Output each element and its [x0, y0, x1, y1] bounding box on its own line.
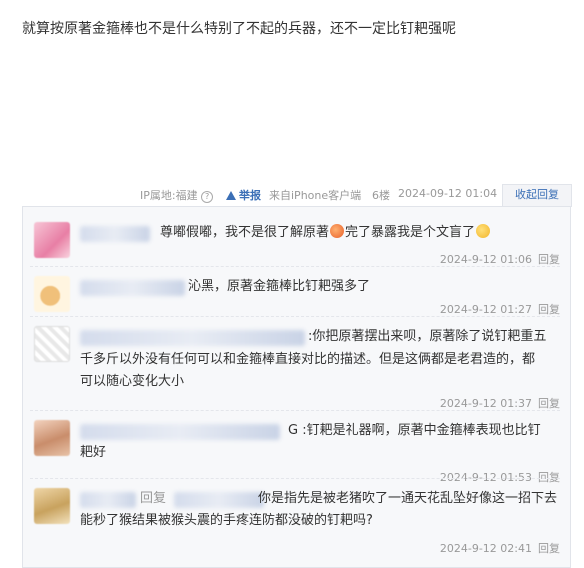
client-source: 来自iPhone客户端 — [269, 189, 362, 202]
reply-button[interactable]: 回复 — [538, 397, 560, 410]
reply-text: 尊嘟假嘟，我不是很了解原著 完了暴露我是个文盲了 — [160, 221, 491, 245]
username-blurred[interactable] — [80, 492, 136, 508]
help-icon[interactable]: ? — [201, 191, 214, 203]
post-time: 2024-09-12 01:04 — [398, 187, 498, 200]
list-item: G :钉耙是礼器啊，原著中金箍棒表现也比钉 耙好 2024-9-12 01:53… — [34, 420, 564, 485]
reply-button[interactable]: 回复 — [538, 303, 560, 316]
emoji-icon — [476, 224, 491, 238]
reply-text-part: 尊嘟假嘟，我不是很了解原著 — [160, 225, 330, 240]
avatar[interactable] — [34, 420, 70, 456]
reply-text: G :钉耙是礼器啊，原著中金箍棒表现也比钉 — [288, 423, 541, 438]
avatar[interactable] — [34, 222, 70, 258]
reply-text: 能秒了猴结果被猴头震的手疼连防都没破的钉耙吗? — [80, 513, 373, 528]
mention-blurred[interactable] — [174, 492, 264, 508]
reply-time: 2024-9-12 01:37 — [439, 397, 532, 410]
reply-time: 2024-9-12 02:41 — [439, 542, 532, 555]
reply-time: 2024-9-12 01:27 — [439, 303, 532, 316]
divider — [30, 478, 560, 479]
avatar[interactable] — [34, 488, 70, 524]
divider — [30, 410, 560, 411]
reply-prefix: 回复 — [140, 491, 167, 506]
reply-time: 2024-9-12 01:06 — [439, 253, 532, 266]
reply-button[interactable]: 回复 — [538, 253, 560, 266]
reply-meta: 2024-9-12 01:53 回复 — [440, 469, 560, 485]
collapse-replies-button[interactable]: 收起回复 — [502, 184, 572, 207]
reply-meta: 2024-9-12 01:27 回复 — [440, 301, 560, 317]
avatar[interactable] — [34, 326, 70, 362]
reply-text: 千多斤以外没有任何可以和金箍棒直接对比的描述。但是这俩都是老君造的，都 — [80, 352, 536, 367]
reply-text: 耙好 — [80, 445, 107, 460]
username-blurred[interactable] — [80, 424, 280, 440]
reply-text: 你是指先是被老猪吹了一通天花乱坠好像这一招下去 — [258, 491, 558, 506]
ip-location: IP属地:福建 ? — [140, 187, 214, 203]
warning-icon — [226, 191, 236, 200]
list-item: 回复 你是指先是被老猪吹了一通天花乱坠好像这一招下去 能秒了猴结果被猴头震的手疼… — [34, 488, 564, 555]
list-item: :你把原著摆出来呗，原著除了说钉耙重五 千多斤以外没有任何可以和金箍棒直接对比的… — [34, 326, 564, 410]
floor-number: 6楼 — [372, 189, 390, 202]
divider — [30, 316, 560, 317]
reply-meta: 2024-9-12 01:37 回复 — [440, 395, 560, 411]
report-label: 举报 — [239, 189, 261, 202]
reply-text: 可以随心变化大小 — [80, 374, 185, 389]
reply-text: 沁黑，原著金箍棒比钉耙强多了 — [188, 279, 371, 294]
reply-meta: 2024-9-12 01:06 回复 — [440, 251, 560, 267]
reply-meta: 2024-9-12 02:41 回复 — [440, 540, 560, 556]
divider — [30, 266, 560, 267]
reply-text-part: 完了暴露我是个文盲了 — [345, 225, 476, 240]
post-meta-bar: IP属地:福建 ? 举报 来自iPhone客户端 6楼 2024-09-12 0… — [0, 184, 584, 204]
username-blurred[interactable] — [80, 330, 305, 346]
reply-button[interactable]: 回复 — [538, 542, 560, 555]
ip-location-text: IP属地:福建 — [140, 189, 198, 202]
username-blurred[interactable] — [80, 226, 150, 242]
avatar[interactable] — [34, 276, 70, 312]
reply-text: :你把原著摆出来呗，原著除了说钉耙重五 — [308, 329, 547, 344]
emoji-icon — [330, 224, 345, 238]
post-text: 就算按原著金箍棒也不是什么特别了不起的兵器，还不一定比钉耙强呢 — [22, 21, 456, 37]
username-blurred[interactable] — [80, 280, 185, 296]
report-link[interactable]: 举报 — [226, 187, 261, 203]
